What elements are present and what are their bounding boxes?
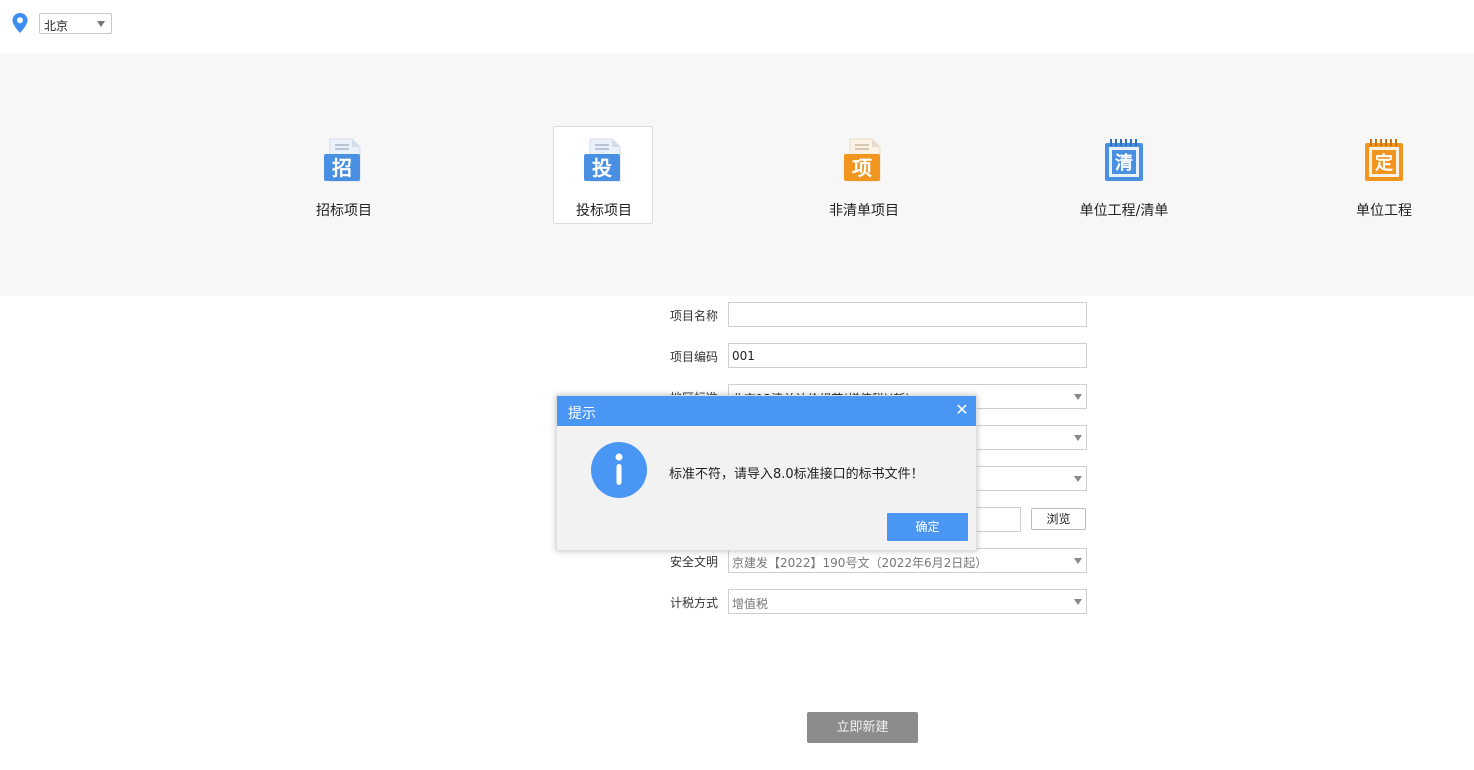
chevron-down-icon bbox=[97, 21, 105, 27]
category-glyph: 项 bbox=[852, 156, 872, 180]
category-label: 招标项目 bbox=[316, 203, 372, 219]
category-glyph: 招 bbox=[332, 156, 352, 180]
dialog-header: 提示 ✕ bbox=[557, 396, 976, 426]
safety-select[interactable]: 京建发【2022】190号文（2022年6月2日起） bbox=[728, 548, 1087, 573]
category-label: 单位工程 bbox=[1356, 203, 1412, 219]
tax-select[interactable]: 增值税 bbox=[728, 589, 1087, 614]
chevron-down-icon bbox=[1074, 394, 1082, 400]
tax-value: 增值税 bbox=[732, 597, 769, 611]
category-unit-list[interactable]: 清 单位工程/清单 bbox=[1073, 126, 1173, 224]
city-select[interactable]: 北京 bbox=[39, 13, 112, 34]
category-unit-project[interactable]: 定 单位工程 bbox=[1333, 126, 1433, 224]
project-code-input[interactable]: 001 bbox=[728, 343, 1087, 368]
category-label: 非清单项目 bbox=[829, 203, 899, 219]
non-list-doc-icon: 项 bbox=[844, 138, 881, 182]
dialog-title: 提示 bbox=[568, 406, 596, 422]
bid-invitation-doc-icon: 招 bbox=[324, 138, 361, 182]
field-label: 项目名称 bbox=[669, 309, 718, 323]
alert-dialog: 提示 ✕ 标准不符，请导入8.0标准接口的标书文件！ 确定 bbox=[556, 395, 977, 551]
category-glyph: 清 bbox=[1115, 153, 1133, 174]
info-icon bbox=[591, 442, 647, 498]
dialog-message: 标准不符，请导入8.0标准接口的标书文件！ bbox=[669, 467, 924, 482]
chevron-down-icon bbox=[1074, 558, 1082, 564]
category-bid-project[interactable]: 投 投标项目 bbox=[553, 126, 653, 224]
top-bar: 北京 bbox=[0, 0, 1474, 54]
unit-project-notebook-icon: 定 bbox=[1365, 139, 1403, 181]
category-glyph: 定 bbox=[1375, 152, 1393, 174]
unit-list-notebook-icon: 清 bbox=[1105, 139, 1143, 181]
chevron-down-icon bbox=[1074, 435, 1082, 441]
category-label: 投标项目 bbox=[576, 203, 632, 219]
browse-button[interactable]: 浏览 bbox=[1031, 508, 1086, 530]
project-name-input[interactable] bbox=[728, 302, 1087, 327]
location-pin-icon bbox=[12, 13, 28, 33]
category-label: 单位工程/清单 bbox=[1079, 203, 1169, 219]
bid-project-doc-icon: 投 bbox=[584, 138, 621, 182]
chevron-down-icon bbox=[1074, 599, 1082, 605]
safety-value: 京建发【2022】190号文（2022年6月2日起） bbox=[732, 556, 988, 570]
category-non-list-project[interactable]: 项 非清单项目 bbox=[813, 126, 913, 224]
field-label: 安全文明 bbox=[669, 555, 718, 569]
project-code-value: 001 bbox=[732, 349, 755, 363]
chevron-down-icon bbox=[1074, 476, 1082, 482]
close-icon[interactable]: ✕ bbox=[955, 401, 969, 419]
category-glyph: 投 bbox=[592, 156, 612, 180]
create-now-button[interactable]: 立即新建 bbox=[807, 712, 918, 743]
category-bid-invitation[interactable]: 招 招标项目 bbox=[293, 126, 393, 224]
field-label: 项目编码 bbox=[669, 350, 718, 364]
ok-button[interactable]: 确定 bbox=[887, 513, 968, 541]
city-select-value: 北京 bbox=[44, 19, 69, 33]
project-type-band: 招 招标项目 投 投标项目 项 非清单项目 清 单位工程/清单 定 单位工程 bbox=[0, 54, 1474, 296]
field-label: 计税方式 bbox=[669, 596, 718, 610]
